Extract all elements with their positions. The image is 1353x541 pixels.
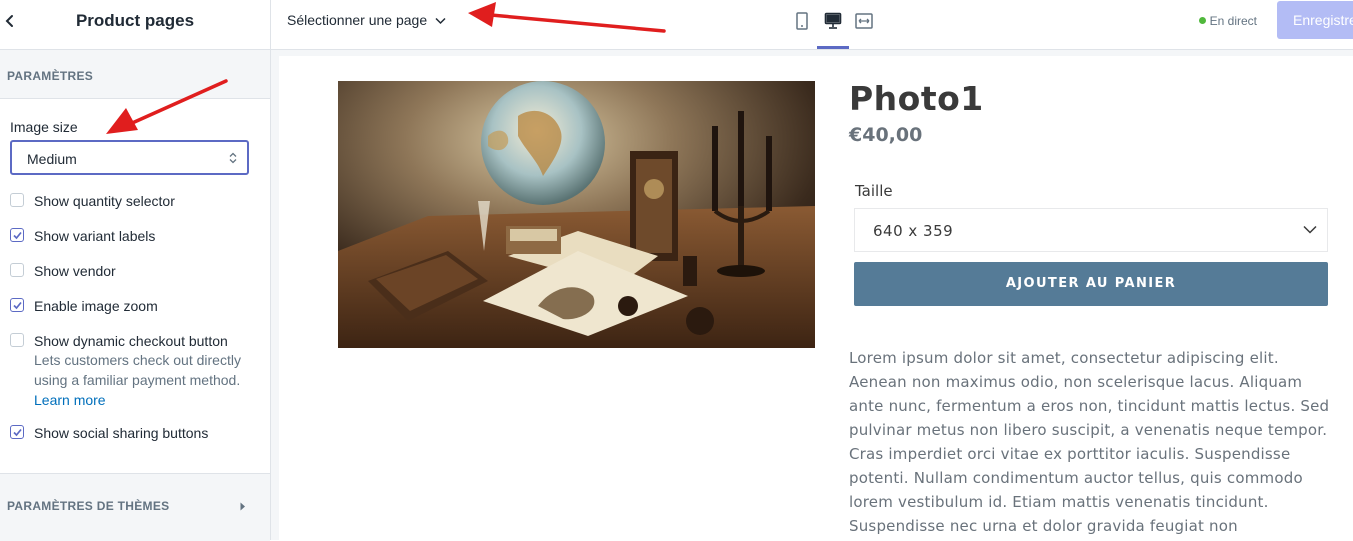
option-dynamic-checkout[interactable]: Show dynamic checkout button (10, 324, 250, 359)
variant-select[interactable]: 640 x 359 (854, 208, 1328, 252)
image-size-label: Image size (10, 119, 78, 135)
checkbox[interactable] (10, 333, 24, 347)
mobile-view-button[interactable] (789, 10, 815, 36)
product-description: Lorem ipsum dolor sit amet, consectetur … (849, 349, 1330, 535)
live-status-dot-icon (1198, 17, 1206, 24)
desktop-view-button[interactable] (817, 10, 849, 49)
checkbox[interactable] (10, 298, 24, 312)
theme-settings-section[interactable]: PARAMÈTRES DE THÈMES (0, 473, 270, 541)
option-variant-labels[interactable]: Show variant labels (10, 219, 250, 254)
option-image-zoom[interactable]: Enable image zoom (10, 289, 250, 324)
image-size-select[interactable]: Medium (10, 140, 249, 175)
learn-more-link[interactable]: Learn more (34, 392, 106, 408)
option-label: Enable image zoom (34, 298, 158, 314)
live-status-label: En direct (1209, 14, 1257, 28)
page-selector-label: Sélectionner une page (287, 12, 428, 28)
live-status: En direct (1198, 14, 1257, 28)
save-button[interactable]: Enregistrer (1277, 1, 1353, 39)
product-title: Photo1 (849, 79, 984, 118)
vintage-globe-desk-illustration (338, 81, 815, 348)
option-label: Show dynamic checkout button (34, 333, 228, 349)
option-quantity-selector[interactable]: Show quantity selector (10, 184, 250, 219)
top-bar: Sélectionner une page En direct Enregist… (271, 0, 1353, 50)
chevron-down-icon (435, 18, 446, 25)
sidebar-title: Product pages (75, 11, 195, 30)
full-width-icon (855, 13, 873, 29)
settings-section-header: PARAMÈTRES (0, 50, 270, 99)
option-label: Show social sharing buttons (34, 425, 209, 441)
product-image[interactable] (338, 81, 815, 348)
add-to-cart-button[interactable]: AJOUTER AU PANIER (854, 262, 1328, 306)
checkmark-icon (13, 428, 22, 437)
sidebar-header: Product pages (0, 0, 270, 50)
image-size-value: Medium (27, 151, 77, 167)
desktop-icon (824, 12, 842, 29)
dynamic-checkout-help: Lets customers check out directly using … (34, 350, 254, 410)
settings-section-label: PARAMÈTRES (7, 69, 94, 83)
option-label: Show variant labels (34, 228, 156, 244)
chevron-down-icon (1303, 225, 1317, 234)
settings-panel: Image size Medium Show quantity selector… (0, 99, 270, 451)
option-label: Show vendor (34, 263, 116, 279)
variant-label: Taille (855, 182, 893, 200)
option-vendor[interactable]: Show vendor (10, 254, 250, 289)
theme-settings-label: PARAMÈTRES DE THÈMES (7, 499, 170, 513)
option-label: Show quantity selector (34, 193, 175, 209)
checkbox[interactable] (10, 193, 24, 207)
page-selector[interactable]: Sélectionner une page (287, 12, 446, 28)
variant-value: 640 x 359 (873, 222, 954, 240)
mobile-icon (796, 12, 808, 30)
sidebar: Product pages PARAMÈTRES Image size Medi… (0, 0, 271, 541)
checkbox[interactable] (10, 263, 24, 277)
full-width-view-button[interactable] (851, 10, 877, 36)
product-price: €40,00 (849, 124, 923, 146)
checkmark-icon (13, 301, 22, 310)
option-social-sharing[interactable]: Show social sharing buttons (10, 416, 250, 451)
checkmark-icon (13, 231, 22, 240)
checkbox[interactable] (10, 228, 24, 242)
checkbox[interactable] (10, 425, 24, 439)
select-arrows-icon (229, 152, 237, 164)
caret-right-icon (240, 502, 245, 511)
